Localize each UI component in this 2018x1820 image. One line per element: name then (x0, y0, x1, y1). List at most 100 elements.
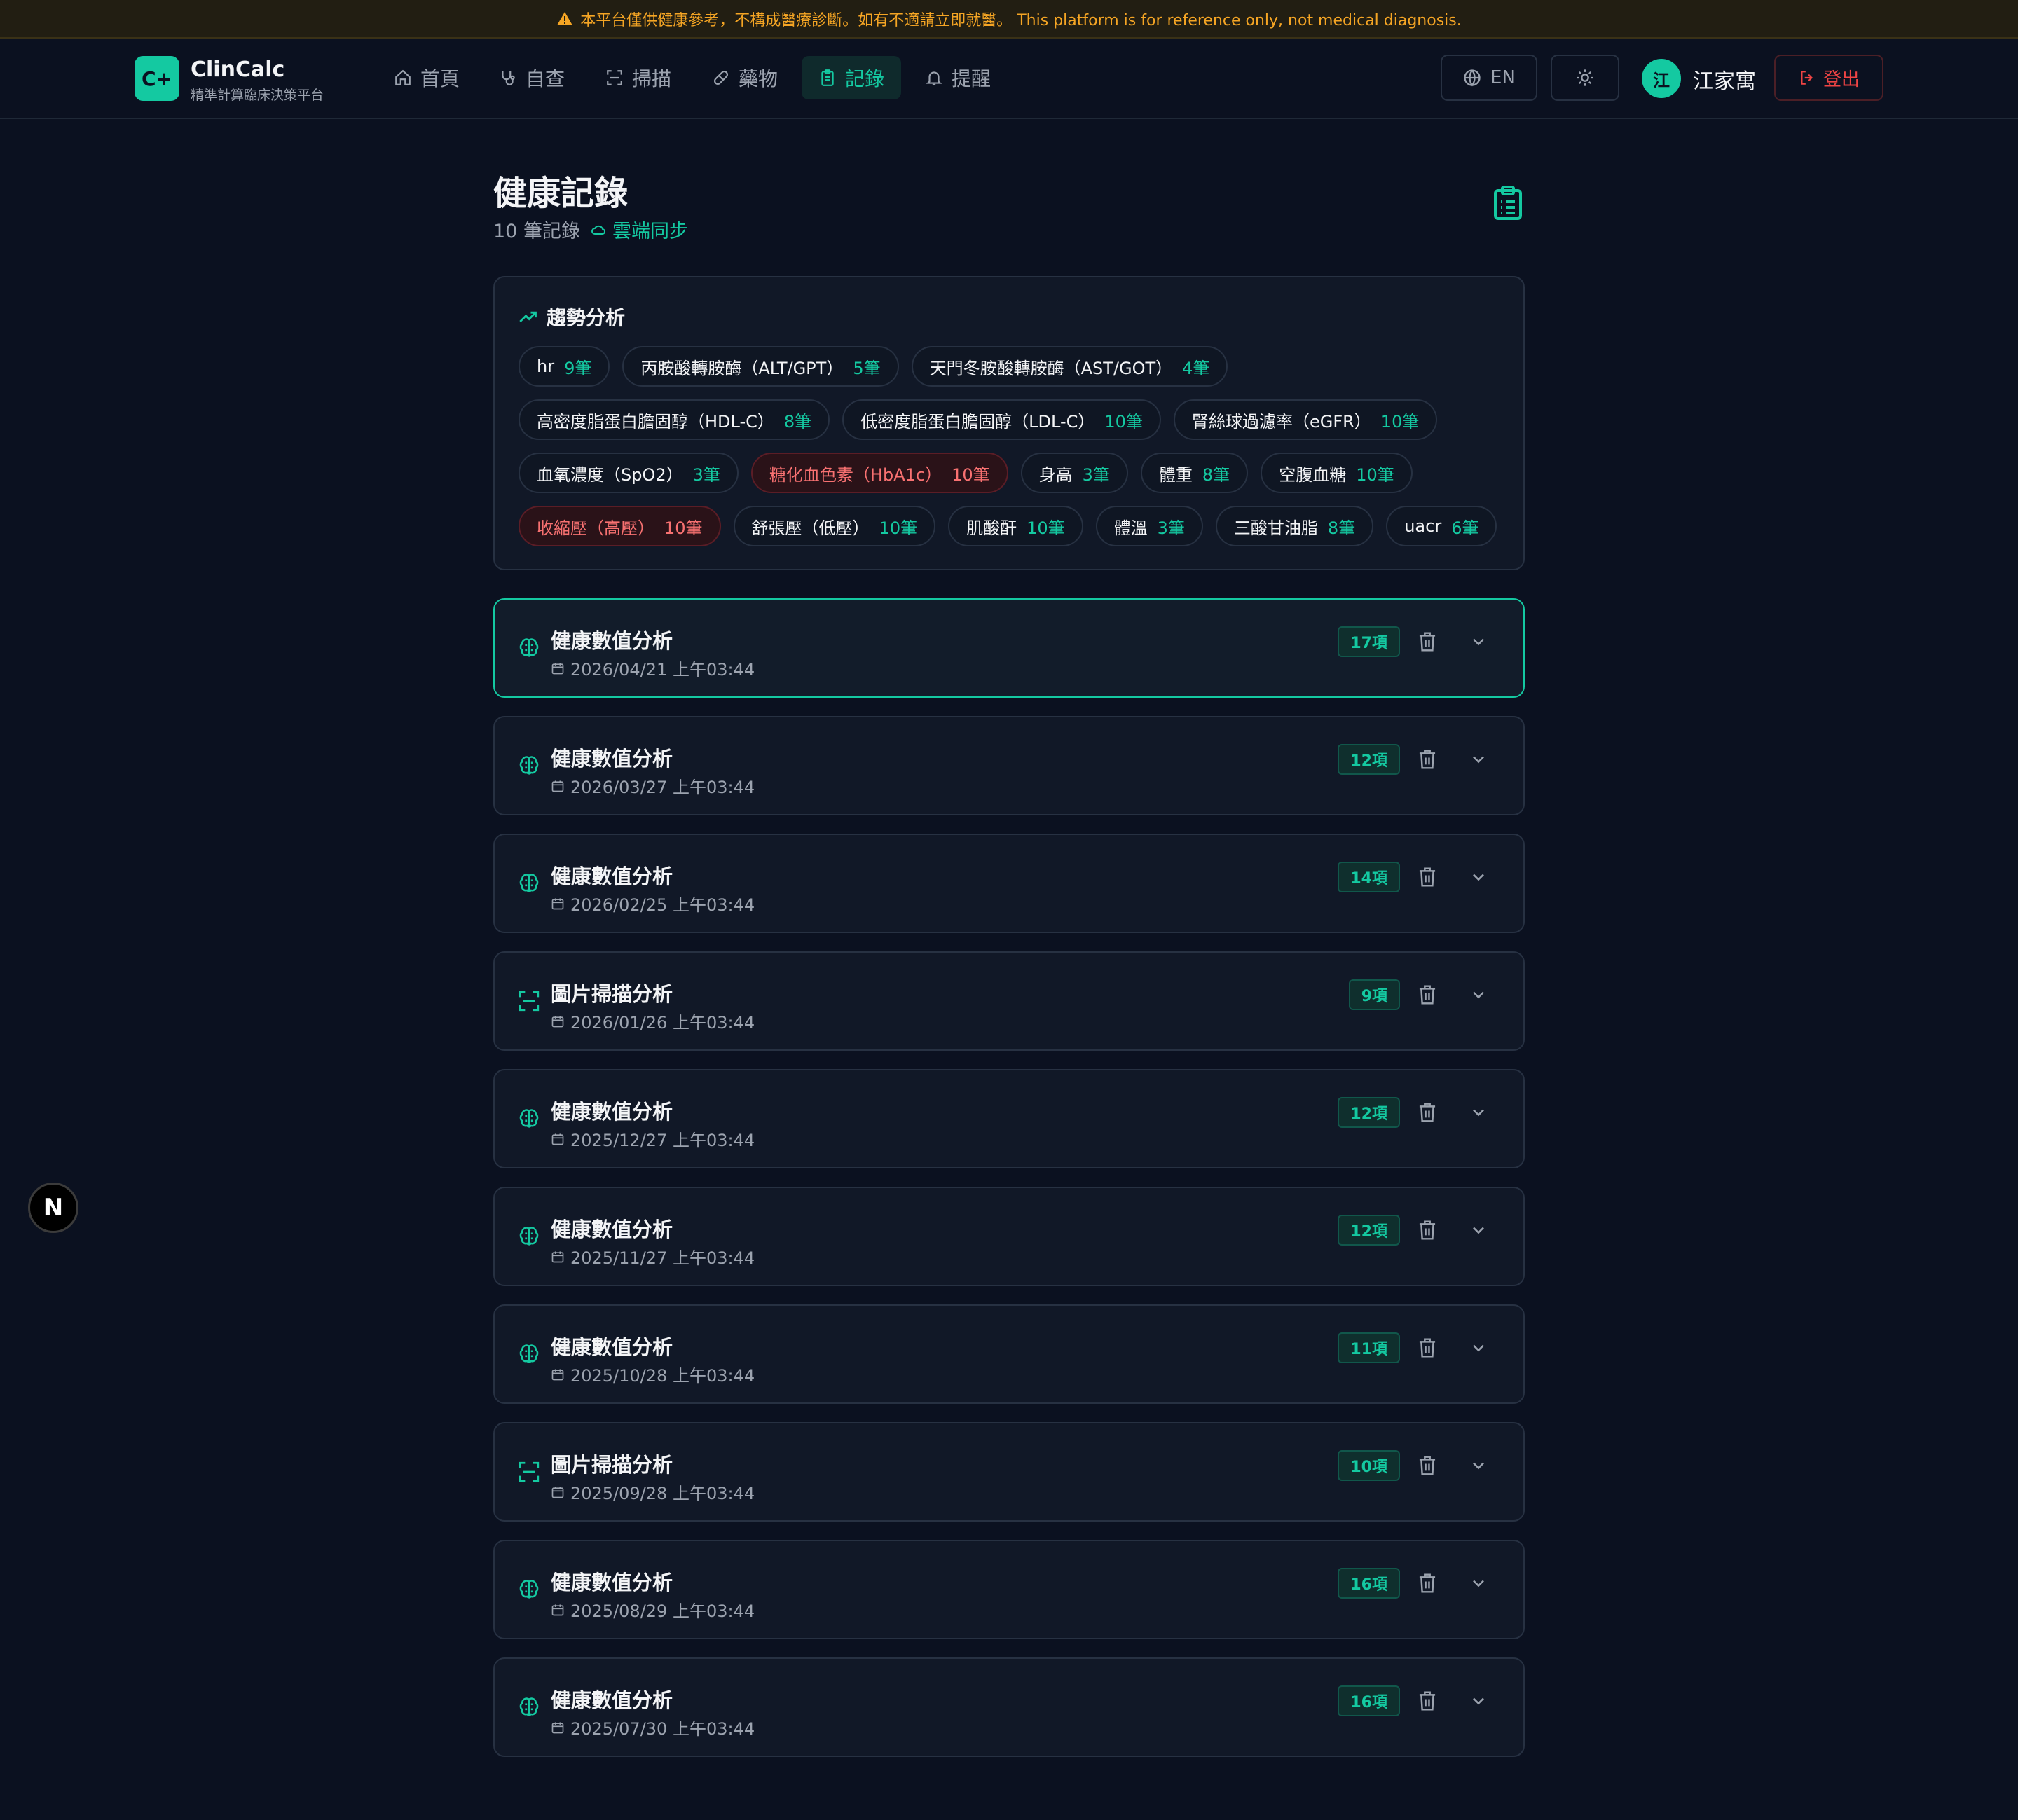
metric-label: 肌酸酐 (966, 518, 1017, 538)
record-card[interactable]: 健康數值分析 2025/12/27 上午03:44 12項 (493, 1069, 1525, 1168)
record-date: 2026/01/26 上午03:44 (551, 1009, 755, 1033)
stethoscope-icon (502, 71, 515, 85)
scan-icon (607, 70, 622, 85)
trend-metric-chip[interactable]: 體溫 3筆 (1095, 506, 1203, 546)
trend-metric-chip[interactable]: 三酸甘油脂 8筆 (1215, 506, 1374, 546)
trend-metric-chip[interactable]: 舒張壓（低壓） 10筆 (733, 506, 936, 546)
logout-button[interactable]: 登出 (1774, 55, 1883, 101)
record-count: 10 筆記錄 (493, 221, 580, 242)
trash-icon[interactable] (1417, 1101, 1438, 1124)
item-count-badge: 14項 (1338, 862, 1400, 892)
app-name[interactable]: ClinCalc (191, 57, 284, 82)
trend-metric-chip[interactable]: 體重 8筆 (1140, 453, 1249, 493)
record-card[interactable]: 健康數值分析 2025/08/29 上午03:44 16項 (493, 1540, 1525, 1639)
brain-icon (519, 1227, 539, 1246)
bell-icon (926, 71, 942, 85)
chevron-down-icon[interactable] (1469, 1457, 1488, 1474)
trash-icon[interactable] (1417, 1219, 1438, 1241)
globe-icon (1464, 69, 1481, 87)
metric-label: 丙胺酸轉胺酶（ALT/GPT） (640, 358, 844, 378)
nav-reminders[interactable]: 提醒 (908, 56, 1008, 99)
clipboard-icon (821, 69, 834, 86)
record-title: 健康數值分析 (551, 1100, 673, 1124)
record-date-text: 2025/10/28 上午03:44 (570, 1366, 755, 1386)
calendar-icon (551, 1369, 564, 1380)
trend-metric-chip[interactable]: hr 9筆 (519, 346, 610, 387)
calendar-icon (551, 898, 564, 909)
nav-scan[interactable]: 掃描 (589, 56, 688, 99)
record-card[interactable]: 健康數值分析 2025/07/30 上午03:44 16項 (493, 1657, 1525, 1757)
trash-icon[interactable] (1417, 630, 1438, 653)
nav-home[interactable]: 首頁 (377, 56, 476, 99)
nav-self-check[interactable]: 自查 (482, 56, 582, 99)
logout-icon (1801, 71, 1813, 85)
chevron-down-icon[interactable] (1469, 1693, 1488, 1709)
trash-icon[interactable] (1417, 748, 1438, 771)
trash-icon[interactable] (1417, 1337, 1438, 1359)
metric-count: 10筆 (1027, 518, 1065, 538)
user-avatar[interactable]: 江 (1642, 59, 1681, 98)
trend-metric-chip[interactable]: 高密度脂蛋白膽固醇（HDL-C） 8筆 (519, 399, 830, 440)
trend-metric-chip[interactable]: uacr 6筆 (1386, 506, 1497, 546)
trend-metric-chip[interactable]: 糖化血色素（HbA1c） 10筆 (750, 453, 1008, 493)
trend-metric-chip[interactable]: 肌酸酐 10筆 (948, 506, 1083, 546)
trend-metric-chip[interactable]: 空腹血糖 10筆 (1261, 453, 1413, 493)
app-subtitle: 精準計算臨床決策平台 (191, 88, 324, 103)
calendar-icon (551, 1133, 564, 1145)
trend-chip-row: 血氧濃度（SpO2） 3筆 糖化血色素（HbA1c） 10筆 身高 3筆 體重 8筆 空腹血糖 1… (519, 453, 1502, 493)
chevron-down-icon[interactable] (1469, 869, 1488, 885)
top-navbar: C+ ClinCalc 精準計算臨床決策平台 首頁 自查 掃描 藥物 記錄 提醒… (0, 39, 2018, 119)
chevron-down-icon[interactable] (1469, 1575, 1488, 1592)
record-card[interactable]: 健康數值分析 2025/11/27 上午03:44 12項 (493, 1187, 1525, 1286)
chevron-down-icon[interactable] (1469, 633, 1488, 650)
trend-analysis-card: 趨勢分析 hr 9筆 丙胺酸轉胺酶（ALT/GPT） 5筆 天門冬胺酸轉胺酶（AST/G… (493, 276, 1525, 570)
record-card[interactable]: 健康數值分析 2025/10/28 上午03:44 11項 (493, 1304, 1525, 1404)
theme-toggle[interactable] (1551, 55, 1619, 101)
brain-icon (519, 874, 539, 892)
trend-chip-row: hr 9筆 丙胺酸轉胺酶（ALT/GPT） 5筆 天門冬胺酸轉胺酶（AST/GOT） 4筆 (519, 346, 1502, 387)
record-title: 圖片掃描分析 (551, 982, 673, 1006)
trend-metric-chip[interactable]: 身高 3筆 (1020, 453, 1128, 493)
metric-label: 空腹血糖 (1279, 464, 1347, 485)
metric-count: 10筆 (1356, 464, 1394, 485)
trash-icon[interactable] (1417, 1454, 1438, 1477)
record-date-text: 2026/01/26 上午03:44 (570, 1013, 755, 1033)
trend-metric-chip[interactable]: 收縮壓（高壓） 10筆 (519, 506, 721, 546)
trending-up-icon (519, 311, 537, 322)
record-title: 健康數值分析 (551, 1218, 673, 1241)
brain-icon (519, 1109, 539, 1128)
trash-icon[interactable] (1417, 866, 1438, 888)
record-date-text: 2025/08/29 上午03:44 (570, 1601, 755, 1621)
metric-label: hr (537, 357, 555, 376)
record-card[interactable]: 圖片掃描分析 2026/01/26 上午03:44 9項 (493, 951, 1525, 1051)
nav-drugs[interactable]: 藥物 (695, 56, 795, 99)
record-card[interactable]: 健康數值分析 2026/02/25 上午03:44 14項 (493, 834, 1525, 933)
brain-icon (519, 1344, 539, 1363)
trend-metric-chip[interactable]: 天門冬胺酸轉胺酶（AST/GOT） 4筆 (911, 346, 1228, 387)
metric-label: 三酸甘油脂 (1233, 518, 1318, 538)
nav-records[interactable]: 記錄 (802, 56, 902, 99)
calendar-icon (551, 663, 564, 674)
chevron-down-icon[interactable] (1469, 1222, 1488, 1239)
chevron-down-icon[interactable] (1469, 1339, 1488, 1356)
trash-icon[interactable] (1417, 984, 1438, 1006)
language-toggle[interactable]: EN (1441, 55, 1537, 101)
trend-metric-chip[interactable]: 腎絲球過濾率（eGFR） 10筆 (1173, 399, 1438, 440)
record-card[interactable]: 健康數值分析 2026/03/27 上午03:44 12項 (493, 716, 1525, 815)
trash-icon[interactable] (1417, 1690, 1438, 1712)
record-card[interactable]: 健康數值分析 2026/04/21 上午03:44 17項 (493, 598, 1525, 698)
dev-tools-button[interactable]: N (28, 1183, 78, 1233)
user-name[interactable]: 江家寓 (1693, 64, 1756, 95)
trend-metric-chip[interactable]: 低密度脂蛋白膽固醇（LDL-C） 10筆 (842, 399, 1161, 440)
clipboard-list-icon[interactable] (1491, 185, 1525, 221)
trash-icon[interactable] (1417, 1572, 1438, 1594)
record-card[interactable]: 圖片掃描分析 2025/09/28 上午03:44 10項 (493, 1422, 1525, 1522)
chevron-down-icon[interactable] (1469, 1104, 1488, 1121)
chevron-down-icon[interactable] (1469, 751, 1488, 768)
nav-records-label: 記錄 (845, 67, 885, 90)
trend-metric-chip[interactable]: 血氧濃度（SpO2） 3筆 (519, 453, 739, 493)
trend-metric-chip[interactable]: 丙胺酸轉胺酶（ALT/GPT） 5筆 (622, 346, 899, 387)
app-logo[interactable]: C+ (135, 56, 179, 101)
record-date-text: 2025/11/27 上午03:44 (570, 1248, 755, 1268)
chevron-down-icon[interactable] (1469, 986, 1488, 1003)
